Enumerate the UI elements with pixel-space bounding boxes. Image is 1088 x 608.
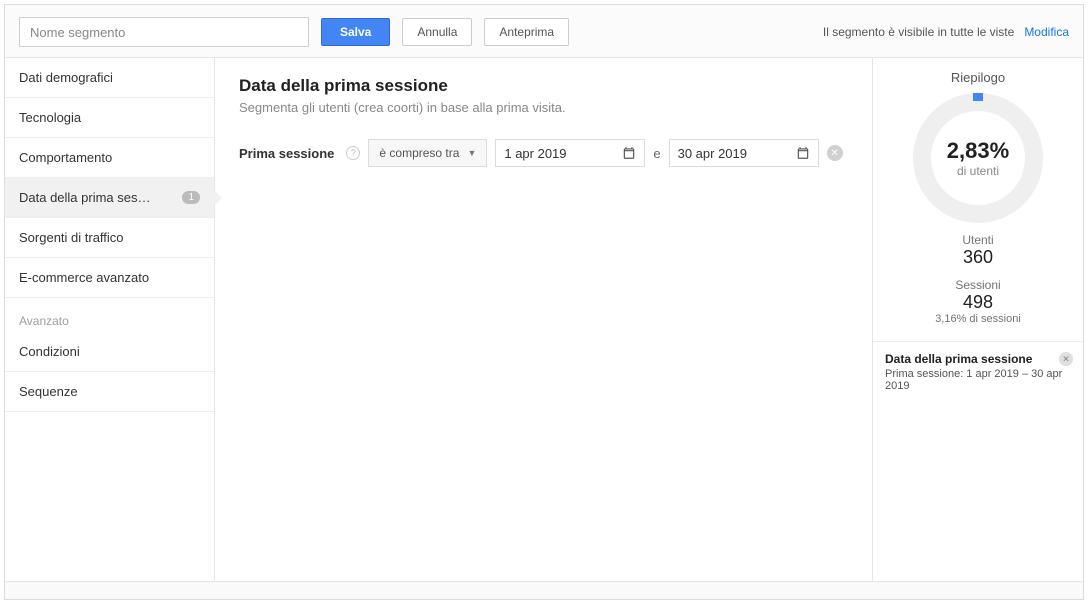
topbar: Salva Annulla Anteprima Il segmento è vi… [5, 5, 1083, 58]
date-to-input[interactable] [678, 146, 778, 161]
stat-label: Utenti [883, 233, 1073, 247]
panel-subtitle: Segmenta gli utenti (crea coorti) in bas… [239, 100, 848, 115]
segment-name-input[interactable] [19, 17, 309, 47]
operator-dropdown[interactable]: è compreso tra ▼ [368, 139, 487, 167]
operator-value: è compreso tra [379, 146, 459, 160]
body: Dati demografici Tecnologia Comportament… [5, 58, 1083, 581]
sidebar-item-label: E-commerce avanzato [19, 270, 200, 285]
sidebar-item-demographics[interactable]: Dati demografici [5, 58, 214, 98]
sidebar-item-label: Condizioni [19, 344, 200, 359]
summary-filter-text: Prima sessione: 1 apr 2019 – 30 apr 2019 [885, 368, 1071, 392]
stat-note: 3,16% di sessioni [883, 313, 1073, 325]
clear-filter-icon[interactable]: ✕ [827, 145, 843, 161]
donut-wrap: 2,83% di utenti [883, 93, 1073, 223]
main-panel: Data della prima sessione Segmenta gli u… [215, 58, 873, 581]
date-from-input[interactable] [504, 146, 604, 161]
sidebar-item-first-session-date[interactable]: Data della prima ses… 1 [5, 178, 214, 218]
sidebar-item-sequences[interactable]: Sequenze [5, 372, 214, 412]
summary-filter-card: ✕ Data della prima sessione Prima sessio… [873, 342, 1083, 402]
cancel-button[interactable]: Annulla [402, 18, 472, 46]
sidebar-item-label: Sequenze [19, 384, 200, 399]
close-icon[interactable]: ✕ [1059, 352, 1073, 366]
sidebar-item-conditions[interactable]: Condizioni [5, 332, 214, 372]
segment-builder: Salva Annulla Anteprima Il segmento è vi… [4, 4, 1084, 600]
modify-link[interactable]: Modifica [1024, 25, 1069, 39]
date-separator: e [653, 146, 660, 161]
sidebar-item-label: Comportamento [19, 150, 200, 165]
filter-count-badge: 1 [182, 191, 200, 204]
donut-chart: 2,83% di utenti [913, 93, 1043, 223]
visibility-text: Il segmento è visibile in tutte le viste [823, 25, 1014, 39]
panel-title: Data della prima sessione [239, 76, 848, 96]
filter-label: Prima sessione [239, 146, 334, 161]
calendar-icon [622, 146, 636, 160]
donut-sublabel: di utenti [947, 164, 1009, 178]
sidebar-item-label: Dati demografici [19, 70, 200, 85]
date-from-field[interactable] [495, 139, 645, 167]
date-to-field[interactable] [669, 139, 819, 167]
stat-value: 360 [883, 247, 1073, 268]
stat-users: Utenti 360 [883, 233, 1073, 268]
filter-row: Prima sessione ? è compreso tra ▼ e [239, 139, 848, 167]
summary-panel: Riepilogo 2,83% di utenti Utenti 360 [873, 58, 1083, 581]
help-icon[interactable]: ? [346, 146, 360, 160]
chevron-down-icon: ▼ [467, 148, 476, 158]
sidebar-item-label: Tecnologia [19, 110, 200, 125]
sidebar-item-label: Data della prima ses… [19, 190, 176, 205]
sidebar-item-behavior[interactable]: Comportamento [5, 138, 214, 178]
save-button[interactable]: Salva [321, 18, 390, 46]
donut-slice [973, 93, 983, 101]
summary-top: Riepilogo 2,83% di utenti Utenti 360 [873, 58, 1083, 342]
sidebar-group-advanced: Avanzato [5, 298, 214, 332]
calendar-icon [796, 146, 810, 160]
preview-button[interactable]: Anteprima [484, 18, 569, 46]
stat-value: 498 [883, 292, 1073, 313]
sidebar-item-technology[interactable]: Tecnologia [5, 98, 214, 138]
summary-filter-title: Data della prima sessione [885, 352, 1071, 366]
sidebar-item-ecommerce[interactable]: E-commerce avanzato [5, 258, 214, 298]
sidebar-item-traffic-sources[interactable]: Sorgenti di traffico [5, 218, 214, 258]
bottom-bar [5, 581, 1083, 599]
stat-label: Sessioni [883, 278, 1073, 292]
summary-title: Riepilogo [883, 70, 1073, 85]
donut-center: 2,83% di utenti [947, 138, 1009, 178]
stat-sessions: Sessioni 498 3,16% di sessioni [883, 278, 1073, 325]
sidebar-item-label: Sorgenti di traffico [19, 230, 200, 245]
sidebar: Dati demografici Tecnologia Comportament… [5, 58, 215, 581]
topbar-right: Il segmento è visibile in tutte le viste… [823, 25, 1069, 39]
donut-percent: 2,83% [947, 138, 1009, 164]
